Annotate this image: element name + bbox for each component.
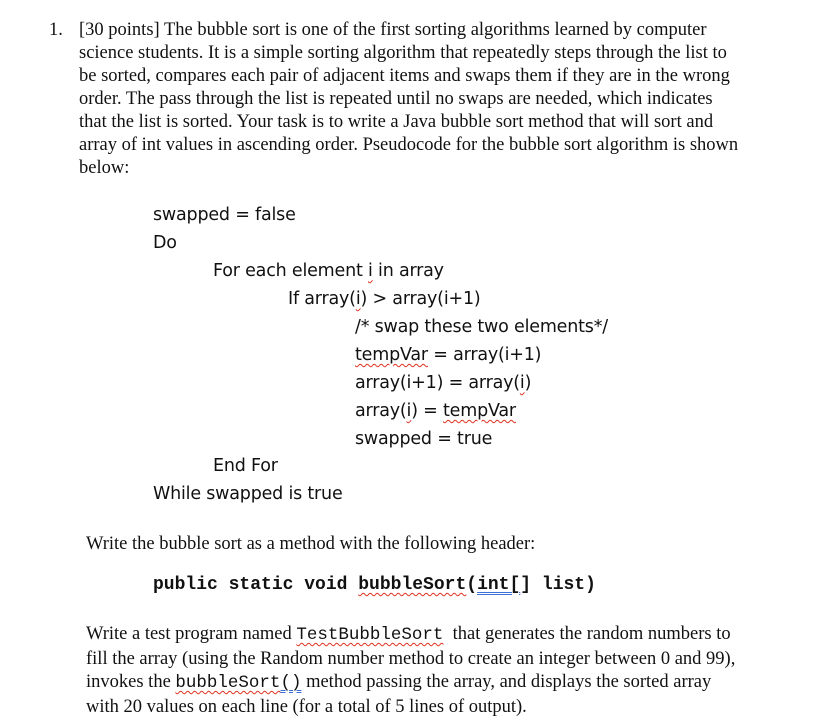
pseudocode-line: If array(i) > array(i+1) bbox=[288, 285, 481, 313]
spellcheck-flag: tempVar bbox=[355, 345, 428, 365]
spellcheck-flag: bubbleSort bbox=[358, 575, 467, 595]
pseudocode-line: array(i) = tempVar bbox=[355, 397, 516, 425]
pseudocode-text: ) = bbox=[411, 401, 444, 421]
paragraph-text: invokes the bbox=[86, 672, 176, 692]
pseudocode-text: For each element bbox=[213, 261, 368, 281]
paragraph-text: method passing the array, and displays t… bbox=[301, 672, 712, 692]
intro-line: be sorted, compares each pair of adjacen… bbox=[79, 66, 730, 86]
intro-line: [30 points] The bubble sort is one of th… bbox=[79, 20, 707, 40]
paragraph-text: Write a test program named bbox=[86, 624, 297, 644]
pseudocode-line: End For bbox=[213, 456, 278, 476]
pseudocode-text: If array( bbox=[288, 289, 356, 309]
pseudocode-line: tempVar = array(i+1) bbox=[355, 341, 542, 369]
pseudocode-line: For each element i in array bbox=[213, 257, 444, 285]
pseudocode-comment: /* swap these two elements*/ bbox=[355, 317, 608, 337]
grammar-flag: int[ bbox=[477, 575, 521, 595]
method-signature: public static void bubbleSort(int[] list… bbox=[153, 575, 596, 595]
pseudocode-line: Do bbox=[153, 233, 177, 253]
test-program-paragraph: Write a test program named TestBubbleSor… bbox=[86, 623, 816, 719]
pseudocode-text: ) bbox=[524, 373, 532, 393]
class-name-code: TestBubbleSort bbox=[296, 625, 444, 645]
test-program-line: with 20 values on each line (for a total… bbox=[86, 696, 527, 717]
intro-line: science students. It is a simple sorting… bbox=[79, 43, 727, 63]
method-name-code: bubbleSort bbox=[175, 673, 281, 693]
intro-line: that the list is sorted. Your task is to… bbox=[79, 112, 714, 132]
pseudocode-text: ) > array(i+1) bbox=[360, 289, 481, 309]
question-number: 1. bbox=[49, 20, 63, 40]
pseudocode-text: array( bbox=[355, 401, 407, 421]
pseudocode-text: array(i+1) = array( bbox=[355, 373, 520, 393]
test-program-line: Write a test program named TestBubbleSor… bbox=[86, 623, 816, 648]
intro-line: array of int values in ascending order. … bbox=[79, 135, 739, 155]
signature-text: ( bbox=[466, 575, 478, 595]
pseudocode-text: = array(i+1) bbox=[427, 345, 542, 365]
intro-line: order. The pass through the list is repe… bbox=[79, 89, 713, 109]
paragraph-text: that generates the random numbers to bbox=[443, 624, 731, 644]
pseudocode-line: swapped = false bbox=[153, 205, 296, 225]
question-intro-paragraph: [30 points] The bubble sort is one of th… bbox=[79, 19, 809, 180]
test-program-line: fill the array (using the Random number … bbox=[86, 648, 736, 669]
grammar-flag: () bbox=[280, 673, 302, 693]
signature-text: public static void bbox=[153, 575, 359, 595]
spellcheck-flag: tempVar bbox=[443, 401, 516, 421]
signature-text: ] list) bbox=[520, 575, 596, 595]
pseudocode-text: in array bbox=[372, 261, 444, 281]
method-intro-text: Write the bubble sort as a method with t… bbox=[86, 534, 536, 554]
test-program-line: invokes the bubbleSort() method passing … bbox=[86, 671, 816, 696]
pseudocode-line: swapped = true bbox=[355, 429, 493, 449]
pseudocode-line: While swapped is true bbox=[153, 484, 343, 504]
intro-line: below: bbox=[79, 158, 130, 178]
pseudocode-line: array(i+1) = array(i) bbox=[355, 369, 531, 397]
